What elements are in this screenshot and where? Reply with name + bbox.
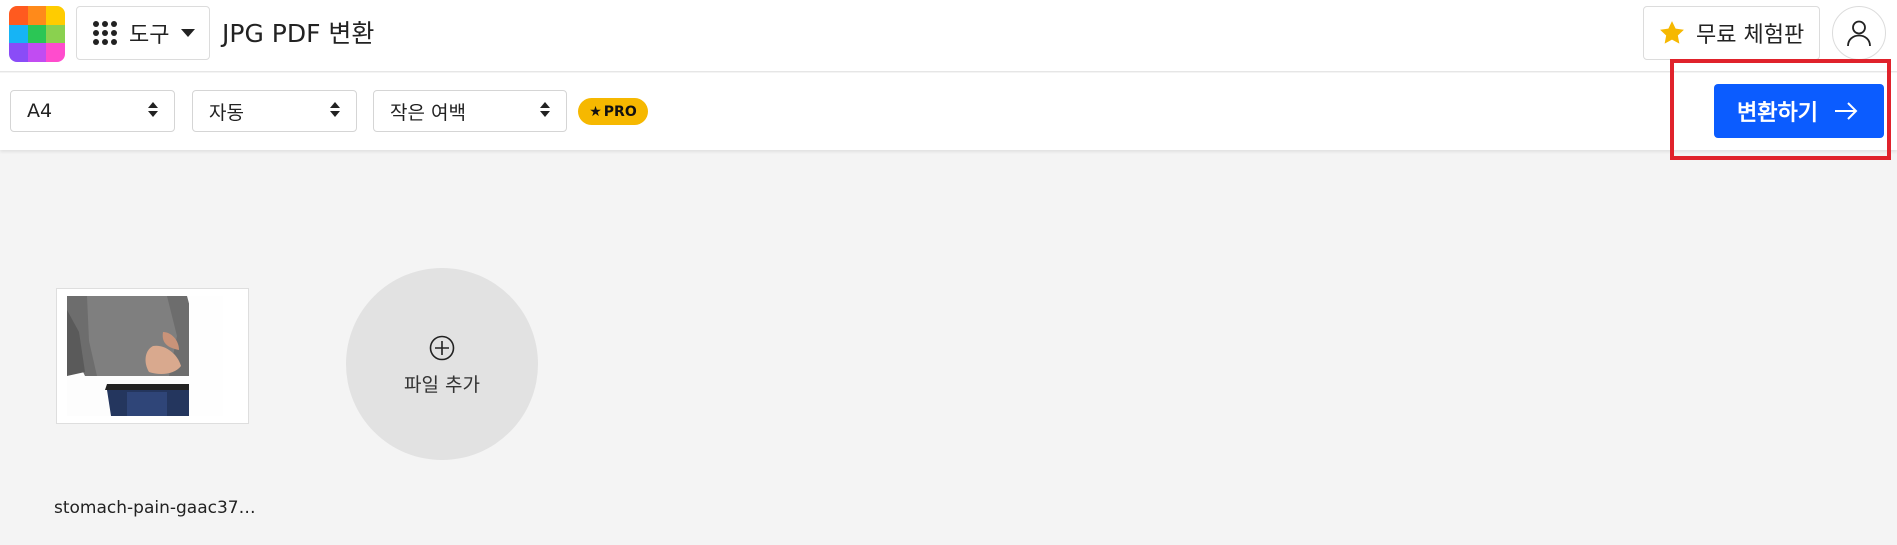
user-account-button[interactable] — [1832, 6, 1886, 60]
select-arrows-icon — [540, 102, 550, 117]
select-arrows-icon — [148, 102, 158, 117]
star-icon: ★ — [589, 103, 602, 120]
top-header: 도구 JPG PDF 변환 무료 체험판 — [0, 0, 1897, 72]
free-trial-button[interactable]: 무료 체험판 — [1643, 6, 1820, 60]
tools-menu-button[interactable]: 도구 — [76, 6, 210, 60]
app-logo[interactable] — [9, 6, 65, 62]
pro-label: PRO — [603, 103, 637, 120]
orientation-select[interactable]: 자동 — [192, 90, 357, 132]
convert-label: 변환하기 — [1737, 101, 1818, 126]
file-thumbnail[interactable] — [56, 288, 249, 424]
arrow-right-icon — [1834, 102, 1858, 120]
margin-value: 작은 여백 — [390, 101, 466, 124]
margin-select[interactable]: 작은 여백 — [373, 90, 567, 132]
orientation-value: 자동 — [209, 101, 244, 124]
add-file-label: 파일 추가 — [404, 374, 480, 396]
file-name-label: stomach-pain-gaac37… — [54, 498, 256, 518]
star-icon — [1660, 21, 1684, 44]
add-file-button[interactable]: 파일 추가 — [346, 268, 538, 460]
chevron-down-icon — [181, 29, 196, 37]
page-size-value: A4 — [27, 100, 53, 122]
pro-badge[interactable]: ★ PRO — [578, 98, 648, 125]
page-size-select[interactable]: A4 — [10, 90, 175, 132]
user-icon — [1847, 20, 1871, 47]
options-toolbar: A4 자동 작은 여백 ★ PRO 변환하기 — [0, 73, 1897, 150]
convert-button[interactable]: 변환하기 — [1714, 84, 1884, 138]
tools-label: 도구 — [129, 23, 170, 48]
free-trial-label: 무료 체험판 — [1696, 23, 1805, 48]
image-thumbnail-icon — [67, 296, 223, 416]
apps-grid-icon — [93, 21, 117, 45]
plus-circle-icon — [429, 335, 455, 361]
select-arrows-icon — [330, 102, 340, 117]
page-title: JPG PDF 변환 — [222, 19, 375, 48]
